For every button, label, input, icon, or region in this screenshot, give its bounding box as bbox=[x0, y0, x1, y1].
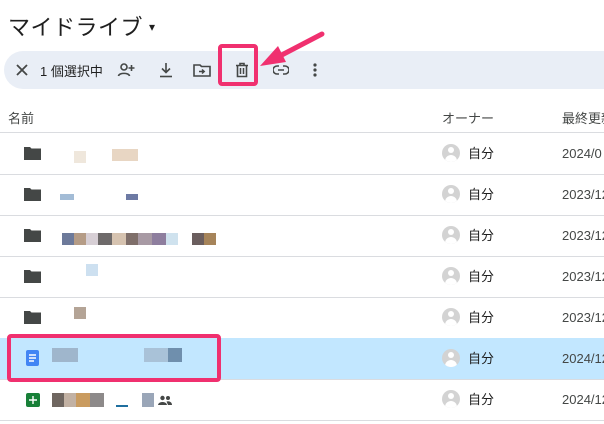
owner-cell: 自分 bbox=[442, 307, 494, 326]
modified-date: 2023/12 bbox=[562, 310, 604, 325]
file-name-redacted bbox=[64, 393, 76, 407]
close-selection-button[interactable] bbox=[10, 51, 34, 89]
owner-cell: 自分 bbox=[442, 389, 494, 408]
file-name-redacted bbox=[74, 307, 86, 319]
selection-count: 1 個選択中 bbox=[40, 63, 103, 79]
folder-icon bbox=[24, 229, 41, 242]
file-name-redacted bbox=[86, 233, 98, 245]
file-name-redacted bbox=[52, 393, 64, 407]
file-name-redacted bbox=[86, 264, 98, 276]
file-name-redacted bbox=[116, 405, 128, 407]
avatar bbox=[442, 184, 460, 203]
file-name-redacted bbox=[74, 151, 86, 163]
modified-date: 2023/12 bbox=[562, 187, 604, 202]
file-name-redacted bbox=[112, 233, 126, 245]
modified-date: 2023/12 bbox=[562, 228, 604, 243]
file-row[interactable]: 自分 2023/12 bbox=[0, 256, 604, 298]
folder-icon bbox=[24, 311, 41, 324]
avatar bbox=[442, 348, 460, 367]
sheets-icon bbox=[26, 393, 40, 407]
download-icon bbox=[160, 63, 172, 78]
avatar bbox=[442, 143, 460, 162]
file-name-redacted bbox=[90, 393, 104, 407]
folder-icon bbox=[24, 188, 41, 201]
owner-cell: 自分 bbox=[442, 143, 494, 162]
owner-cell: 自分 bbox=[442, 348, 494, 367]
file-name-redacted bbox=[98, 233, 112, 245]
file-name-redacted bbox=[76, 393, 90, 407]
modified-date: 2024/12 bbox=[562, 392, 604, 407]
avatar bbox=[442, 225, 460, 244]
file-row[interactable]: 自分 2023/12 bbox=[0, 297, 604, 339]
download-button[interactable] bbox=[152, 51, 180, 89]
file-name-redacted bbox=[62, 233, 74, 245]
modified-date: 2024/12 bbox=[562, 351, 604, 366]
move-button[interactable] bbox=[188, 51, 216, 89]
folder-icon bbox=[24, 270, 41, 283]
modified-date: 2024/0 bbox=[562, 146, 602, 161]
file-row[interactable]: 自分 2023/12 bbox=[0, 215, 604, 257]
file-name-redacted bbox=[112, 149, 138, 161]
move-to-folder-icon bbox=[193, 64, 211, 77]
file-name-redacted bbox=[60, 194, 74, 200]
file-name-redacted bbox=[74, 233, 86, 245]
column-header-modified[interactable]: 最終更新 bbox=[562, 108, 604, 127]
file-name-redacted bbox=[192, 233, 204, 245]
file-row[interactable]: 自分 2024/12 bbox=[0, 379, 604, 421]
column-header-row: 名前 オーナー 最終更新 bbox=[0, 100, 604, 133]
shared-icon bbox=[158, 395, 172, 405]
avatar bbox=[442, 266, 460, 285]
file-name-redacted bbox=[138, 233, 152, 245]
file-name-redacted bbox=[142, 393, 154, 407]
page-title[interactable]: マイドライブ ▾ bbox=[8, 10, 156, 42]
modified-date: 2023/12 bbox=[562, 269, 604, 284]
add-person-icon bbox=[117, 63, 135, 77]
share-button[interactable] bbox=[112, 51, 140, 89]
owner-cell: 自分 bbox=[442, 184, 494, 203]
file-name-redacted bbox=[166, 233, 178, 245]
close-icon bbox=[16, 64, 28, 76]
column-header-name[interactable]: 名前 bbox=[8, 108, 34, 127]
column-header-owner: オーナー bbox=[442, 111, 495, 126]
avatar bbox=[442, 389, 460, 408]
selected-file-highlight bbox=[7, 334, 221, 382]
file-row[interactable]: 自分 2024/0 bbox=[0, 133, 604, 175]
file-name-redacted bbox=[126, 194, 138, 200]
file-row[interactable]: 自分 2023/12 bbox=[0, 174, 604, 216]
owner-cell: 自分 bbox=[442, 266, 494, 285]
file-name-redacted bbox=[152, 233, 166, 245]
avatar bbox=[442, 307, 460, 326]
folder-icon bbox=[24, 147, 41, 160]
file-name-redacted bbox=[204, 233, 216, 245]
pointer-arrow bbox=[260, 31, 325, 66]
file-name-redacted bbox=[126, 233, 138, 245]
page-title-text: マイドライブ bbox=[8, 15, 144, 40]
chevron-down-icon[interactable]: ▾ bbox=[149, 20, 156, 34]
owner-cell: 自分 bbox=[442, 225, 494, 244]
